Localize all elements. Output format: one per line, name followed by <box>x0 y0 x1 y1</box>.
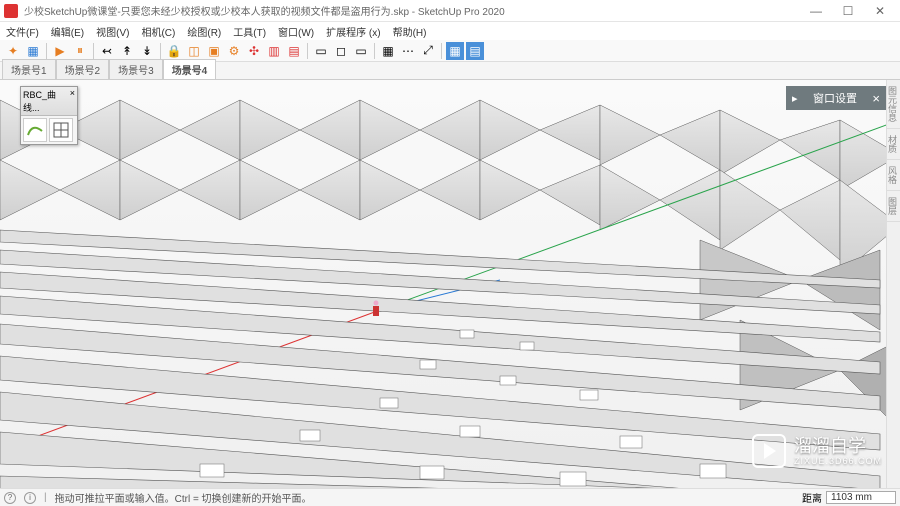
info-icon[interactable]: i <box>24 492 36 504</box>
vtab-materials[interactable]: 材质 <box>887 129 900 160</box>
vtab-styles[interactable]: 风格 <box>887 160 900 191</box>
tray-arrow-icon[interactable]: ▸ <box>792 92 798 105</box>
minimize-button[interactable]: — <box>800 1 832 21</box>
panel-icon[interactable]: ▤ <box>466 42 484 60</box>
measurement-label: 距离 <box>802 490 822 505</box>
floating-toolbar-label: RBC_曲线... <box>23 88 70 114</box>
menu-camera[interactable]: 相机(C) <box>137 24 179 39</box>
floating-toolbar-title[interactable]: RBC_曲线... × <box>21 87 77 116</box>
box-icon[interactable]: ▣ <box>205 42 223 60</box>
cube-icon[interactable]: ◫ <box>185 42 203 60</box>
close-button[interactable]: ✕ <box>864 1 896 21</box>
arrow-left-icon[interactable]: ↢ <box>98 42 116 60</box>
close-icon[interactable]: × <box>70 88 75 114</box>
scene-tab-2[interactable]: 场景号2 <box>56 59 110 79</box>
tray-close-icon[interactable]: × <box>872 91 880 106</box>
expand-icon[interactable]: ⤢ <box>419 42 437 60</box>
gear-icon[interactable]: ✣ <box>245 42 263 60</box>
menu-window[interactable]: 窗口(W) <box>274 24 318 39</box>
window-title: 少校SketchUp微课堂-只要您未经少校授权或少校本人获取的视频文件都是盗用行… <box>24 3 800 18</box>
vtab-entity-info[interactable]: 图元信息 <box>887 80 900 129</box>
watermark-text: 溜溜自学 <box>794 437 882 455</box>
scene-tab-4[interactable]: 场景号4 <box>163 59 217 79</box>
status-hint: 拖动可推拉平面或输入值。Ctrl = 切换创建新的开始平面。 <box>55 490 794 505</box>
panel-icon[interactable]: ▦ <box>446 42 464 60</box>
vtab-layers[interactable]: 图层 <box>887 191 900 222</box>
menu-extensions[interactable]: 扩展程序 (x) <box>322 24 384 39</box>
floating-toolbar[interactable]: RBC_曲线... × <box>20 86 78 145</box>
vbar-icon: | <box>44 492 47 503</box>
status-bar: ? i | 拖动可推拉平面或输入值。Ctrl = 切换创建新的开始平面。 距离 … <box>0 488 900 506</box>
tool-icon[interactable]: ▦ <box>24 42 42 60</box>
scene-geometry <box>0 80 900 490</box>
menu-help[interactable]: 帮助(H) <box>389 24 431 39</box>
rect-icon[interactable]: ◻ <box>332 42 350 60</box>
menu-edit[interactable]: 编辑(E) <box>47 24 88 39</box>
grid-icon[interactable]: ▦ <box>379 42 397 60</box>
folder-icon[interactable]: ▤ <box>285 42 303 60</box>
menu-draw[interactable]: 绘图(R) <box>183 24 225 39</box>
scene-tab-1[interactable]: 场景号1 <box>2 59 56 79</box>
arrow-up-icon[interactable]: ↟ <box>118 42 136 60</box>
window-controls: — ☐ ✕ <box>800 1 896 21</box>
right-dock-tabs: 图元信息 材质 风格 图层 <box>886 80 900 490</box>
menu-bar: 文件(F) 编辑(E) 视图(V) 相机(C) 绘图(R) 工具(T) 窗口(W… <box>0 22 900 40</box>
rect-icon[interactable]: ▭ <box>312 42 330 60</box>
pause-icon[interactable]: ⏸ <box>71 42 89 60</box>
measurement-value[interactable]: 1103 mm <box>826 491 896 504</box>
gear-icon[interactable]: ⚙ <box>225 42 243 60</box>
scene-tab-3[interactable]: 场景号3 <box>109 59 163 79</box>
menu-view[interactable]: 视图(V) <box>92 24 133 39</box>
scene-tabs: 场景号1 场景号2 场景号3 场景号4 <box>0 62 900 80</box>
maximize-button[interactable]: ☐ <box>832 1 864 21</box>
menu-tools[interactable]: 工具(T) <box>229 24 270 39</box>
folder-icon[interactable]: ▥ <box>265 42 283 60</box>
menu-file[interactable]: 文件(F) <box>2 24 43 39</box>
lock-icon[interactable]: 🔒 <box>165 42 183 60</box>
measurement-box: 距离 1103 mm <box>802 490 896 505</box>
app-icon <box>4 4 18 18</box>
help-icon[interactable]: ? <box>4 492 16 504</box>
grid-tool-icon[interactable] <box>49 118 73 142</box>
watermark: 溜溜自学 ZIXUE.3D66.COM <box>752 434 882 468</box>
play-icon <box>752 434 786 468</box>
play-icon[interactable]: ▶ <box>51 42 69 60</box>
dash-icon[interactable]: ⋯ <box>399 42 417 60</box>
tool-icon[interactable]: ✦ <box>4 42 22 60</box>
rect-icon[interactable]: ▭ <box>352 42 370 60</box>
tray-title: 窗口设置 <box>813 90 857 106</box>
tray-panel[interactable]: ▸ 窗口设置 × <box>786 86 886 110</box>
viewport-3d[interactable]: RBC_曲线... × ▸ 窗口设置 × 图元信息 材质 风格 图层 溜溜自学 … <box>0 80 900 490</box>
arrow-down-icon[interactable]: ↡ <box>138 42 156 60</box>
watermark-subtext: ZIXUE.3D66.COM <box>794 457 882 466</box>
title-bar: 少校SketchUp微课堂-只要您未经少校授权或少校本人获取的视频文件都是盗用行… <box>0 0 900 22</box>
curve-tool-icon[interactable] <box>23 118 47 142</box>
